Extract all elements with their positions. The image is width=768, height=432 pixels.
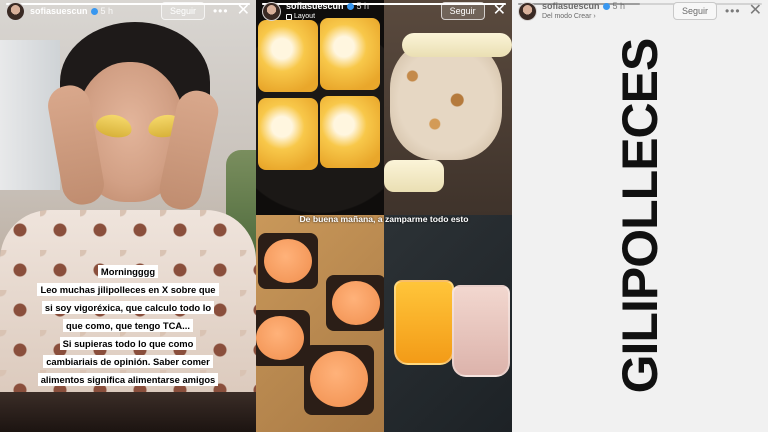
avatar[interactable]: [262, 1, 281, 21]
story-header: sofiasuescun 5 h Seguir ••• ✕: [6, 0, 250, 22]
toast: [304, 345, 374, 415]
story-caption: Morningggg Leo muchas jilipolleces en X …: [22, 262, 234, 388]
close-icon[interactable]: ✕: [237, 3, 250, 19]
toast: [256, 310, 310, 366]
toast: [326, 275, 386, 331]
more-horizontal-icon[interactable]: •••: [213, 4, 229, 18]
caption-line: que como, que tengo TCA...: [63, 319, 193, 332]
avatar[interactable]: [6, 1, 25, 21]
banana: [402, 33, 512, 57]
toast-spread: [332, 281, 380, 325]
verified-badge-icon: [90, 7, 98, 15]
banana-piece: [384, 160, 444, 192]
caption-line: Morningggg: [97, 265, 159, 278]
verified-badge-icon: [346, 3, 354, 10]
drinks-photo: [384, 215, 512, 432]
omelet-slice: [258, 98, 318, 170]
omelet-slice: [320, 96, 380, 168]
smoothie-glass: [452, 285, 510, 377]
close-icon[interactable]: ✕: [493, 3, 506, 19]
oat-bowl-photo: [384, 0, 512, 215]
orange-juice-glass: [394, 280, 454, 365]
caption-line: si soy vigoréxica, que calculo todo lo: [41, 301, 215, 314]
story-header: sofiasuescun 5 h Layout Seguir ✕: [262, 0, 506, 22]
toast-spread: [264, 239, 312, 283]
toast-board-photo: [256, 215, 386, 432]
omelet-slice: [258, 20, 318, 92]
story-panel-3[interactable]: sofiasuescun 5 h Del modo Crear › Seguir…: [512, 0, 768, 432]
toast: [258, 233, 318, 289]
omelet-pan-photo: [256, 0, 384, 215]
big-text-area: GILIPOLLECES: [512, 0, 768, 432]
story-caption: De buena mañana, a zamparme todo esto: [299, 214, 469, 224]
layout-icon: [286, 13, 292, 20]
omelet-slice: [320, 18, 380, 90]
table-foreground: [0, 392, 256, 432]
caption-line: Si supieras todo lo que como: [59, 337, 197, 350]
follow-button[interactable]: Seguir: [160, 2, 205, 20]
username[interactable]: sofiasuescun: [30, 6, 88, 16]
caption-line: Leo muchas jilipolleces en X sobre que: [37, 283, 219, 296]
caption-line: cambiariais de opinión. Saber comer: [43, 355, 213, 368]
follow-button[interactable]: Seguir: [440, 2, 485, 20]
caption-line: alimentos significa alimentarse amigos: [37, 373, 219, 386]
story-panel-2[interactable]: De buena mañana, a zamparme todo esto so…: [256, 0, 512, 432]
big-vertical-text: GILIPOLLECES: [612, 38, 668, 394]
username[interactable]: sofiasuescun: [286, 2, 344, 11]
toast-spread: [310, 351, 368, 407]
story-panel-1[interactable]: sofiasuescun 5 h Seguir ••• ✕ Morningggg…: [0, 0, 256, 432]
toast-spread: [256, 316, 304, 360]
post-time: 5 h: [356, 1, 370, 11]
post-time: 5 h: [100, 5, 114, 16]
granola: [390, 40, 502, 160]
story-subtitle[interactable]: Layout: [294, 13, 315, 20]
